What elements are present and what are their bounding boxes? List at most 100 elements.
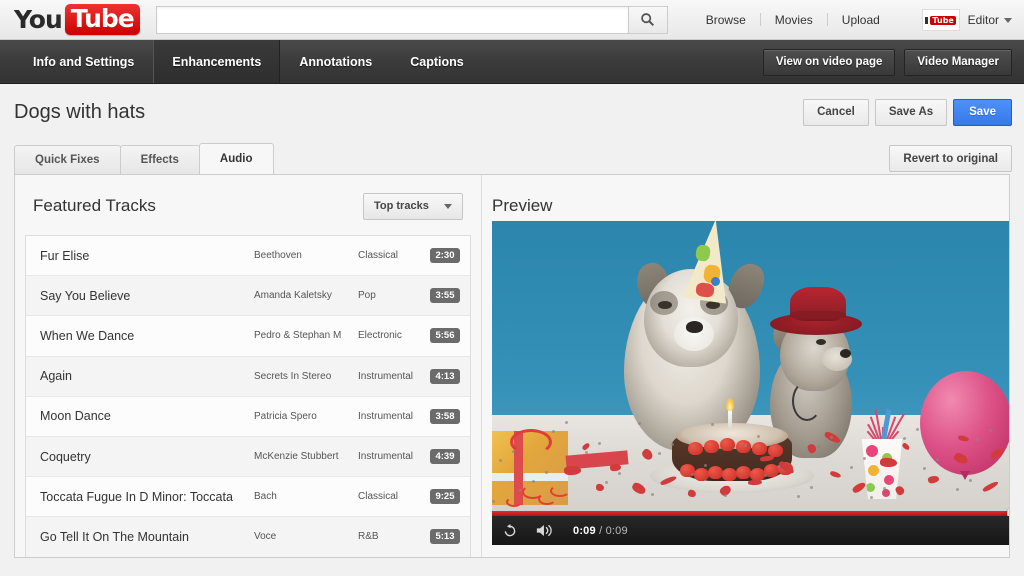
strawberry <box>720 438 735 451</box>
candle-flame <box>726 398 734 411</box>
track-title: Fur Elise <box>40 249 254 263</box>
track-artist: Beethoven <box>254 250 358 261</box>
editor-nav-bar: Info and Settings Enhancements Annotatio… <box>0 40 1024 84</box>
youtube-logo[interactable]: You Tube <box>14 4 140 35</box>
avatar-tube-badge: Tube <box>930 16 955 25</box>
table-speck <box>585 451 588 454</box>
total-time: 0:09 <box>606 525 628 537</box>
track-genre: Instrumental <box>358 411 424 422</box>
track-genre: Classical <box>358 491 424 502</box>
tab-info-and-settings[interactable]: Info and Settings <box>14 40 153 83</box>
ribbon-curl <box>550 485 570 497</box>
cup-dot <box>866 445 878 457</box>
account-menu[interactable]: Editor <box>968 13 1012 27</box>
track-row[interactable]: Moon DancePatricia SperoInstrumental3:58 <box>26 397 470 437</box>
strawberry <box>750 468 765 481</box>
strawberry <box>704 440 719 453</box>
track-genre: Instrumental <box>358 451 424 462</box>
table-speck <box>903 437 906 440</box>
nav-link-upload[interactable]: Upload <box>828 13 894 27</box>
time-display: 0:09 / 0:09 <box>573 525 628 537</box>
logo-tube-text: Tube <box>65 4 140 35</box>
subtab-group: Quick Fixes Effects Audio <box>14 143 273 174</box>
track-artist: Patricia Spero <box>254 411 358 422</box>
search-button[interactable] <box>628 6 668 34</box>
track-title: Go Tell It On The Mountain <box>40 530 254 544</box>
table-speck <box>532 480 535 483</box>
subtab-audio[interactable]: Audio <box>199 143 274 174</box>
track-genre: R&B <box>358 531 424 542</box>
dog-nose <box>686 321 703 333</box>
avatar-bar-icon <box>925 17 928 24</box>
page-title: Dogs with hats <box>14 101 145 124</box>
track-duration: 4:13 <box>430 369 460 384</box>
cup-dot <box>884 475 894 485</box>
tab-enhancements[interactable]: Enhancements <box>153 40 280 83</box>
table-speck <box>671 443 674 446</box>
revert-to-original-button[interactable]: Revert to original <box>889 145 1012 172</box>
video-frame[interactable] <box>492 221 1010 511</box>
replay-button[interactable] <box>502 523 518 539</box>
featured-tracks-title: Featured Tracks <box>33 196 156 216</box>
track-sort-label: Top tracks <box>374 200 429 212</box>
masthead-account-area: Tube Editor <box>922 0 1012 40</box>
table-speck <box>777 465 780 468</box>
subtab-effects[interactable]: Effects <box>120 145 200 174</box>
view-on-video-page-button[interactable]: View on video page <box>763 49 896 76</box>
table-speck <box>810 486 813 489</box>
video-manager-button[interactable]: Video Manager <box>904 49 1012 76</box>
table-speck <box>916 428 919 431</box>
avatar[interactable]: Tube <box>922 9 960 31</box>
tab-captions[interactable]: Captions <box>391 40 482 83</box>
gift-stripe <box>492 473 568 481</box>
track-artist: Bach <box>254 491 358 502</box>
table-speck <box>757 435 760 438</box>
track-list[interactable]: Fur EliseBeethovenClassical2:30Say You B… <box>25 235 471 558</box>
search-input[interactable] <box>156 6 628 34</box>
table-speck <box>976 438 979 441</box>
party-hat-dot <box>711 277 720 286</box>
track-artist: Amanda Kaletsky <box>254 290 358 301</box>
video-player[interactable]: 0:09 / 0:09 <box>492 221 1010 545</box>
dog-nose <box>840 349 851 358</box>
nav-link-movies[interactable]: Movies <box>761 13 827 27</box>
track-sort-dropdown[interactable]: Top tracks <box>363 193 463 220</box>
track-genre: Pop <box>358 290 424 301</box>
track-row[interactable]: AgainSecrets In StereoInstrumental4:13 <box>26 357 470 397</box>
cancel-button[interactable]: Cancel <box>803 99 869 126</box>
track-genre: Classical <box>358 250 424 261</box>
nav-link-browse[interactable]: Browse <box>692 13 760 27</box>
volume-icon <box>536 523 555 538</box>
save-as-button[interactable]: Save As <box>875 99 947 126</box>
table-speck <box>863 457 866 460</box>
table-speck <box>618 472 621 475</box>
table-speck <box>850 466 853 469</box>
track-artist: Voce <box>254 531 358 542</box>
track-row[interactable]: Go Tell It On The MountainVoceR&B 5:13 <box>26 517 470 557</box>
track-row[interactable]: Say You BelieveAmanda KaletskyPop3:55 <box>26 276 470 316</box>
table-speck <box>651 493 654 496</box>
track-row[interactable]: When We DancePedro & Stephan MElectronic… <box>26 316 470 356</box>
track-duration: 4:39 <box>430 449 460 464</box>
chevron-down-icon <box>1004 18 1012 23</box>
cup-dot <box>882 489 890 497</box>
tab-annotations[interactable]: Annotations <box>280 40 391 83</box>
track-title: Moon Dance <box>40 409 254 423</box>
ribbon-curl <box>506 497 522 507</box>
track-title: Again <box>40 369 254 383</box>
track-row[interactable]: Toccata Fugue In D Minor: ToccataBachCla… <box>26 477 470 517</box>
table-speck <box>711 423 714 426</box>
table-speck <box>605 481 608 484</box>
track-title: When We Dance <box>40 329 254 343</box>
track-duration: 2:30 <box>430 248 460 263</box>
track-row[interactable]: Fur EliseBeethovenClassical 2:30 <box>26 236 470 276</box>
track-artist: Secrets In Stereo <box>254 371 358 382</box>
track-title: Coquetry <box>40 450 254 464</box>
masthead-nav-links: Browse Movies Upload <box>692 13 894 27</box>
volume-button[interactable] <box>536 523 555 538</box>
save-button[interactable]: Save <box>953 99 1012 126</box>
track-duration: 5:13 <box>430 529 460 544</box>
cup-dot <box>868 465 879 476</box>
subtab-quick-fixes[interactable]: Quick Fixes <box>14 145 121 174</box>
track-row[interactable]: CoquetryMcKenzie StubbertInstrumental4:3… <box>26 437 470 477</box>
